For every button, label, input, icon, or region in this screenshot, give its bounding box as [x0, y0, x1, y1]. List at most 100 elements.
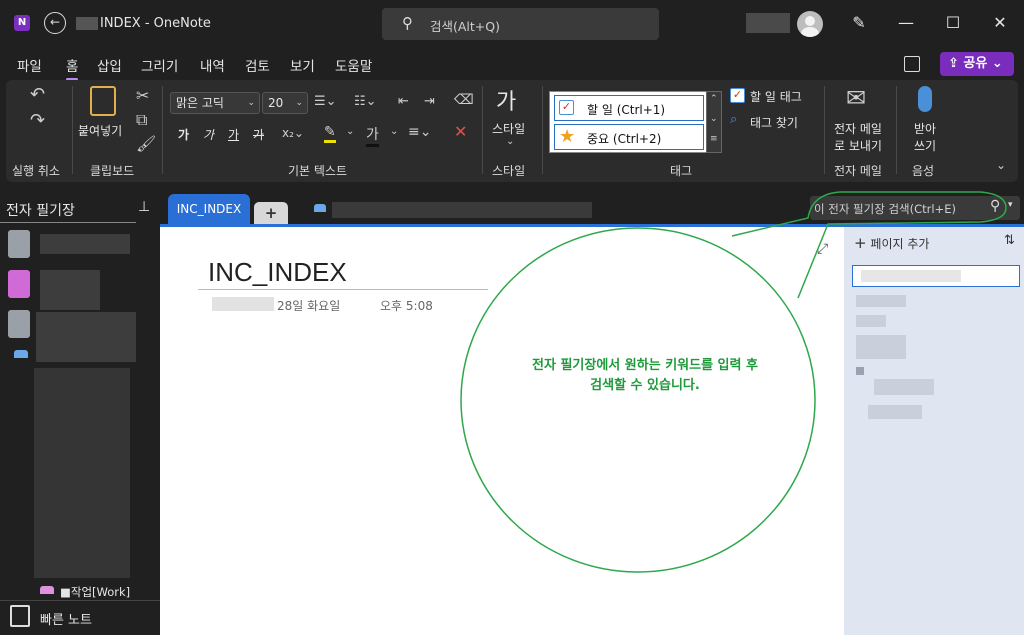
minimize-button[interactable]: —: [893, 10, 919, 36]
copy-icon[interactable]: ⧉: [136, 110, 147, 130]
pen-icon[interactable]: ✎: [846, 10, 872, 36]
highlight-icon[interactable]: ✎: [324, 124, 336, 143]
italic-button[interactable]: 가: [203, 126, 214, 143]
tab-home[interactable]: 홈: [66, 55, 79, 81]
paste-icon[interactable]: [90, 86, 116, 116]
notebook-name-blurred[interactable]: [40, 270, 100, 310]
callout-text: 전자 필기장에서 원하는 키워드를 입력 후 검색할 수 있습니다.: [480, 356, 810, 396]
find-tags-button[interactable]: 태그 찾기: [750, 114, 798, 131]
notebook-name-blurred[interactable]: [36, 312, 136, 362]
align-icon[interactable]: ≡⌄: [408, 124, 431, 140]
maximize-button[interactable]: ☐: [940, 10, 966, 36]
styles-icon[interactable]: 가: [496, 84, 516, 116]
email-icon[interactable]: ✉: [846, 84, 866, 112]
font-color-dropdown-icon[interactable]: ⌄: [390, 126, 398, 137]
font-family-value: 맑은 고딕: [176, 96, 224, 110]
sticky-notes-icon[interactable]: [904, 56, 920, 72]
email-label-line2[interactable]: 로 보내기: [834, 137, 882, 154]
tab-view[interactable]: 보기: [290, 55, 315, 75]
voice-group-label: 음성: [912, 164, 935, 178]
numbering-icon[interactable]: ☷⌄: [354, 94, 377, 109]
find-tags-icon[interactable]: ⌕: [730, 112, 737, 127]
style-group-label: 스타일: [492, 164, 526, 178]
scroll-up-icon[interactable]: ⌃: [710, 94, 718, 104]
tab-help[interactable]: 도움말: [335, 55, 372, 75]
notebook-icon[interactable]: [8, 270, 30, 298]
redo-icon[interactable]: ↷: [30, 110, 45, 131]
window-title: INDEX - OneNote: [100, 16, 211, 31]
styles-button[interactable]: 스타일: [492, 120, 525, 137]
cut-icon[interactable]: ✂: [136, 86, 149, 105]
notebook-icon[interactable]: [8, 310, 30, 338]
tab-file[interactable]: 파일: [17, 55, 42, 75]
font-size-value: 20: [268, 96, 284, 110]
collapse-ribbon-icon[interactable]: ⌄: [996, 158, 1006, 172]
outdent-icon[interactable]: ⇤: [398, 94, 409, 109]
close-button[interactable]: ✕: [987, 10, 1013, 36]
undo-group-label: 실행 취소: [12, 164, 60, 178]
format-painter-icon[interactable]: 🖌: [136, 134, 156, 153]
date-blurred: [212, 297, 274, 311]
todo-tag-checkbox-icon[interactable]: ✓: [730, 88, 745, 103]
tag-todo-label: 할 일 (Ctrl+1): [587, 103, 666, 117]
share-button[interactable]: ⇪ 공유 ⌄: [940, 52, 1014, 76]
ribbon: ↶ ↷ 실행 취소 붙여넣기 ✂ ⧉ 🖌 클립보드 맑은 고딕 ⌄ 20 ⌄ ☰⌄ …: [6, 80, 1018, 182]
subscript-icon[interactable]: x₂⌄: [282, 126, 304, 140]
star-icon: ★: [559, 126, 576, 147]
search-box[interactable]: ⚲ 검색(Alt+Q): [382, 8, 659, 40]
styles-dropdown-icon[interactable]: ⌄: [506, 136, 514, 147]
tab-history[interactable]: 내역: [200, 55, 225, 75]
section-list-blurred[interactable]: [34, 368, 130, 578]
dictate-label-line2[interactable]: 쓰기: [914, 137, 936, 154]
dictate-label-line1[interactable]: 받아: [914, 120, 936, 137]
email-group-label: 전자 메일: [834, 164, 882, 178]
back-icon[interactable]: ←: [44, 12, 66, 34]
add-section-button[interactable]: +: [254, 202, 288, 224]
indent-icon[interactable]: ⇥: [424, 94, 435, 109]
callout-line-2: 검색할 수 있습니다.: [590, 378, 700, 393]
page-title[interactable]: INC_INDEX: [208, 257, 347, 288]
underline-button[interactable]: 가: [228, 126, 239, 143]
font-color-icon[interactable]: 가: [366, 124, 379, 147]
quick-notes-icon[interactable]: [10, 605, 30, 627]
notebooks-pane: 전자 필기장 ⊥ ■작업[Work] 빠른 노트: [0, 182, 160, 635]
delete-icon[interactable]: ✕: [454, 122, 467, 141]
menu-bar: 파일 홈 삽입 그리기 내역 검토 보기 도움말 ⇪ 공유 ⌄: [0, 46, 1024, 81]
tag-important[interactable]: ★ 중요 (Ctrl+2): [554, 124, 704, 150]
blurred-notebook-name: [76, 17, 98, 30]
font-family-select[interactable]: 맑은 고딕 ⌄: [170, 92, 260, 114]
tab-draw[interactable]: 그리기: [141, 55, 178, 75]
section-item-work[interactable]: ■작업[Work]: [60, 584, 130, 600]
tab-insert[interactable]: 삽입: [97, 55, 122, 75]
todo-tag-button[interactable]: 할 일 태그: [750, 88, 802, 105]
highlight-dropdown-icon[interactable]: ⌄: [346, 126, 354, 137]
bold-button[interactable]: 가: [178, 126, 189, 143]
dictate-icon[interactable]: [918, 86, 932, 112]
tag-gallery-scroll[interactable]: ⌃ ⌄ ≡: [706, 91, 722, 153]
tag-todo[interactable]: ✓ 할 일 (Ctrl+1): [554, 95, 704, 121]
undo-icon[interactable]: ↶: [30, 84, 45, 105]
font-size-select[interactable]: 20 ⌄: [262, 92, 308, 114]
page-time: 오후 5:08: [380, 299, 433, 313]
strikethrough-button[interactable]: 가: [253, 126, 264, 143]
callout-bubble: [460, 191, 1007, 573]
checkbox-icon: ✓: [559, 100, 574, 115]
tag-important-label: 중요 (Ctrl+2): [587, 132, 662, 146]
scroll-down-icon[interactable]: ⌄: [710, 114, 718, 124]
page-date: 28일 화요일: [277, 299, 341, 313]
tags-group-label: 태그: [670, 164, 693, 178]
more-icon[interactable]: ≡: [710, 134, 718, 144]
clear-format-icon[interactable]: ⌫: [454, 92, 474, 108]
search-placeholder: 검색(Alt+Q): [430, 19, 500, 34]
tab-review[interactable]: 검토: [245, 55, 270, 75]
pin-icon[interactable]: ⊥: [138, 199, 150, 215]
email-label-line1[interactable]: 전자 메일: [834, 120, 882, 137]
bullets-icon[interactable]: ☰⌄: [314, 94, 337, 109]
section-tab-active[interactable]: INC_INDEX: [168, 194, 250, 224]
paste-button[interactable]: 붙여넣기: [78, 122, 122, 139]
quick-notes-button[interactable]: 빠른 노트: [40, 609, 92, 628]
notebook-icon[interactable]: [8, 230, 30, 258]
notebook-name-blurred[interactable]: [40, 234, 130, 254]
avatar[interactable]: [797, 11, 823, 37]
notebooks-title: 전자 필기장: [6, 203, 75, 219]
